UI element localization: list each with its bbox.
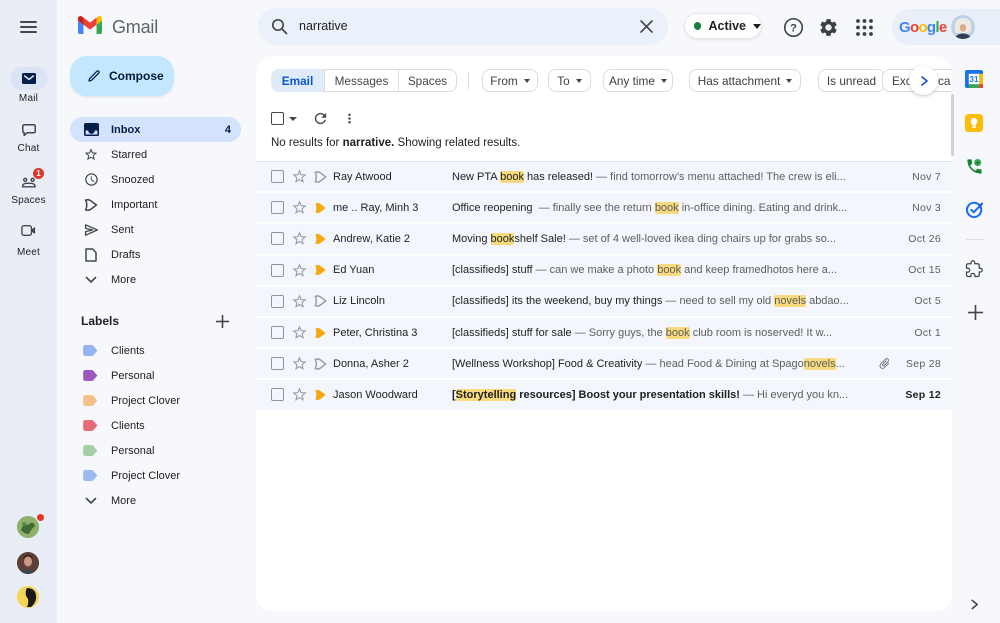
svg-text:?: ? — [790, 22, 797, 34]
svg-text:31: 31 — [970, 75, 979, 84]
